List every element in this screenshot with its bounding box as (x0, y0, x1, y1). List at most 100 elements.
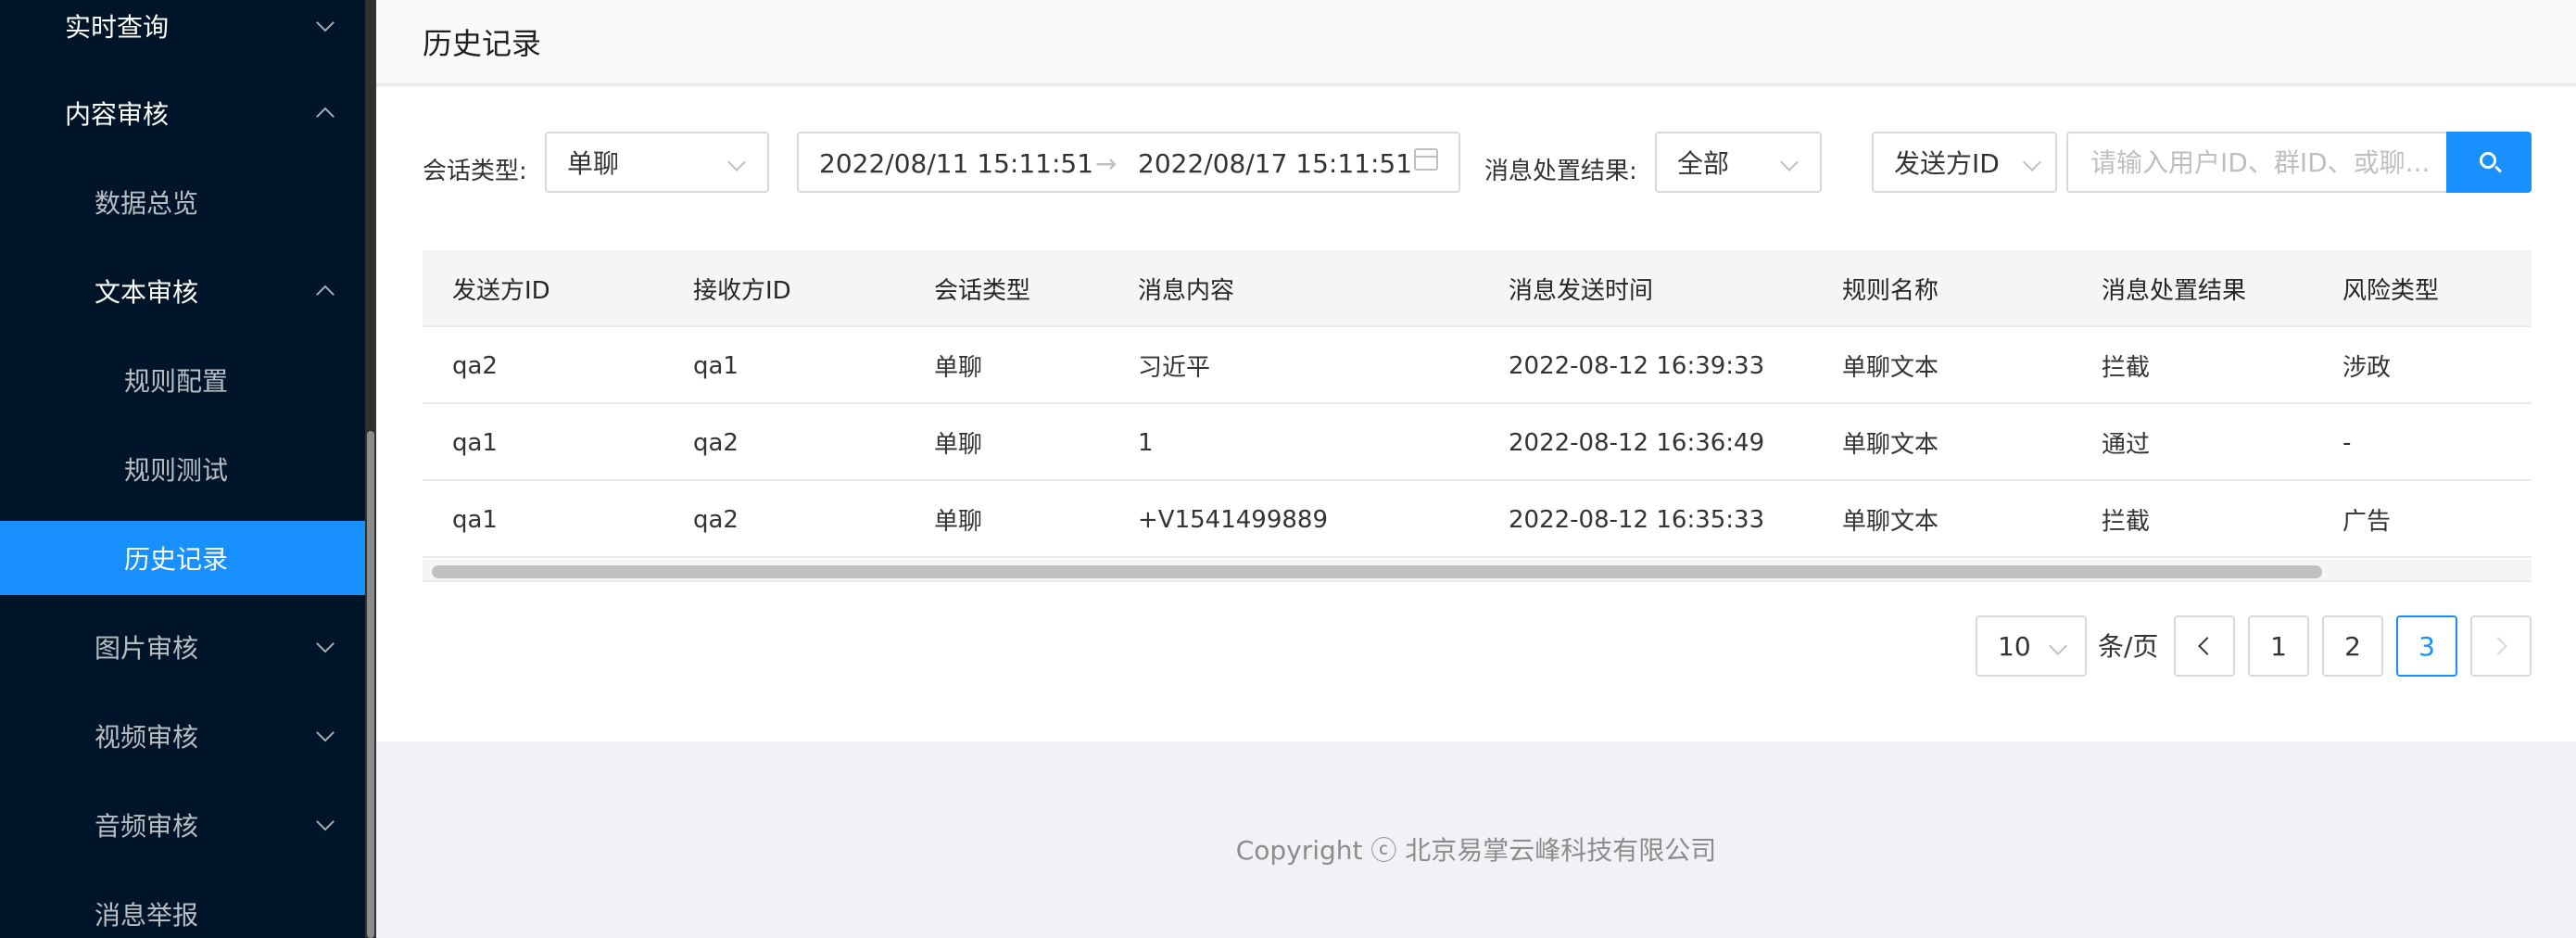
sidebar-item-history[interactable]: 历史记录 (0, 521, 365, 595)
table-cell: 通过 (2102, 431, 2151, 459)
table-cell: 习近平 (1138, 354, 1211, 382)
search-icon (2480, 152, 2496, 169)
table-row: qa2 qa1 单聊 习近平 2022-08-12 16:39:33 单聊文本 … (423, 327, 2532, 404)
column-header: 会话类型 (934, 277, 1031, 305)
page-3-button[interactable]: 3 (2396, 615, 2457, 677)
table-cell: 单聊文本 (1842, 508, 1939, 536)
chevron-down-icon (316, 812, 335, 831)
sidebar-item-image-review[interactable]: 图片审核 (0, 610, 365, 684)
table-row: qa1 qa2 单聊 +V1541499889 2022-08-12 16:35… (423, 481, 2532, 558)
session-type-label: 会话类型: (423, 157, 527, 185)
table-cell: 单聊 (934, 431, 983, 459)
next-page-button[interactable] (2470, 615, 2532, 677)
result-select[interactable]: 全部 (1655, 132, 1822, 193)
history-table: 发送方ID 接收方ID 会话类型 消息内容 消息发送时间 规则名称 消息处置结果… (423, 250, 2532, 584)
page-title: 历史记录 (423, 26, 542, 61)
sidebar-item-realtime-query[interactable]: 实时查询 (0, 0, 365, 63)
prev-page-button[interactable] (2174, 615, 2235, 677)
date-end[interactable]: 2022/08/17 15:11:51 (1138, 148, 1412, 179)
table-cell: 单聊 (934, 354, 983, 382)
table-cell: +V1541499889 (1138, 505, 1328, 534)
page-size-select[interactable]: 10 (1976, 615, 2087, 677)
sidebar-item-rule-config[interactable]: 规则配置 (0, 343, 365, 417)
session-type-select[interactable]: 单聊 (545, 132, 769, 193)
page-1-button[interactable]: 1 (2248, 615, 2309, 677)
page-number: 3 (2418, 630, 2435, 662)
table-cell: 2022-08-12 16:39:33 (1509, 351, 1765, 380)
footer-copyright: Copyright ⓒ 北京易掌云峰科技有限公司 (1235, 835, 1717, 866)
chevron-left-icon (2198, 637, 2216, 655)
column-header: 消息发送时间 (1509, 277, 1654, 305)
column-header: 消息内容 (1138, 277, 1235, 305)
sidebar-item-label: 数据总览 (95, 188, 199, 219)
column-header: 接收方ID (693, 277, 791, 305)
table-header-row: 发送方ID 接收方ID 会话类型 消息内容 消息发送时间 规则名称 消息处置结果… (423, 250, 2532, 327)
id-type-select[interactable]: 发送方ID (1872, 132, 2057, 193)
sidebar-item-content-review[interactable]: 内容审核 (0, 76, 365, 150)
result-value: 全部 (1677, 148, 1730, 179)
chevron-down-icon (2023, 153, 2041, 171)
table-cell: 单聊 (934, 508, 983, 536)
date-start[interactable]: 2022/08/11 15:11:51 (819, 148, 1093, 179)
chevron-down-icon (1780, 153, 1799, 171)
session-type-value: 单聊 (567, 148, 620, 179)
page-size-unit: 条/页 (2098, 631, 2159, 662)
page-number: 1 (2270, 630, 2287, 662)
chevron-down-icon (727, 153, 746, 171)
sidebar-item-text-review[interactable]: 文本审核 (0, 254, 365, 328)
sidebar-scrollbar-thumb[interactable] (367, 431, 374, 938)
table-cell: 拦截 (2102, 354, 2151, 382)
table-cell: qa1 (693, 351, 739, 380)
arrow-right-icon: → (1095, 148, 1118, 179)
chevron-down-icon (2049, 637, 2067, 655)
table-scrollbar-thumb[interactable] (432, 565, 2322, 578)
sidebar-item-rule-test[interactable]: 规则测试 (0, 432, 365, 506)
column-header: 规则名称 (1842, 277, 1939, 305)
chevron-down-icon (316, 634, 335, 653)
search-input[interactable] (2066, 132, 2448, 193)
table-cell: qa2 (452, 351, 498, 380)
table-cell: 1 (1138, 428, 1154, 457)
table-cell: 单聊文本 (1842, 354, 1939, 382)
sidebar-item-label: 消息举报 (95, 900, 199, 931)
table-cell: 2022-08-12 16:36:49 (1509, 428, 1765, 457)
sidebar-item-message-report[interactable]: 消息举报 (0, 877, 365, 938)
chevron-down-icon (316, 13, 335, 32)
page-header: 历史记录 (376, 0, 2576, 85)
page-2-button[interactable]: 2 (2322, 615, 2383, 677)
search-button[interactable] (2446, 132, 2532, 193)
table-horizontal-scrollbar[interactable] (423, 560, 2532, 582)
result-label: 消息处置结果: (1484, 157, 1637, 185)
sidebar: 实时查询 内容审核 数据总览 文本审核 规则配置 规则测试 历史记录 图片审核 … (0, 0, 365, 938)
sidebar-item-video-review[interactable]: 视频审核 (0, 699, 365, 773)
id-type-value: 发送方ID (1894, 148, 2000, 179)
sidebar-item-label: 历史记录 (124, 544, 229, 575)
table-cell: qa1 (452, 428, 498, 457)
column-header: 发送方ID (452, 277, 550, 305)
sidebar-item-label: 视频审核 (95, 722, 199, 753)
chevron-up-icon (316, 107, 335, 126)
sidebar-item-audio-review[interactable]: 音频审核 (0, 788, 365, 862)
chevron-up-icon (316, 285, 335, 304)
page-size-value: 10 (1998, 630, 2031, 662)
chevron-right-icon (2489, 637, 2507, 655)
table-cell: 2022-08-12 16:35:33 (1509, 505, 1765, 534)
chevron-down-icon (316, 723, 335, 742)
sidebar-item-label: 实时查询 (65, 12, 170, 43)
sidebar-item-label: 规则配置 (124, 366, 229, 397)
sidebar-item-label: 规则测试 (124, 455, 229, 486)
table-cell: 拦截 (2102, 508, 2151, 536)
table-cell: - (2342, 428, 2352, 457)
table-cell: qa2 (693, 428, 739, 457)
main-content: 历史记录 会话类型: 单聊 2022/08/11 15:11:51 → 2022… (376, 0, 2576, 938)
page-number: 2 (2344, 630, 2361, 662)
table-cell: qa2 (693, 505, 739, 534)
date-range-picker[interactable]: 2022/08/11 15:11:51 → 2022/08/17 15:11:5… (797, 132, 1460, 193)
sidebar-item-label: 音频审核 (95, 811, 199, 842)
column-header: 风险类型 (2342, 277, 2440, 305)
sidebar-item-label: 内容审核 (65, 99, 170, 130)
sidebar-item-data-overview[interactable]: 数据总览 (0, 165, 365, 239)
sidebar-item-label: 文本审核 (95, 277, 199, 308)
table-cell: 广告 (2342, 508, 2392, 536)
table-cell: 涉政 (2342, 354, 2392, 382)
